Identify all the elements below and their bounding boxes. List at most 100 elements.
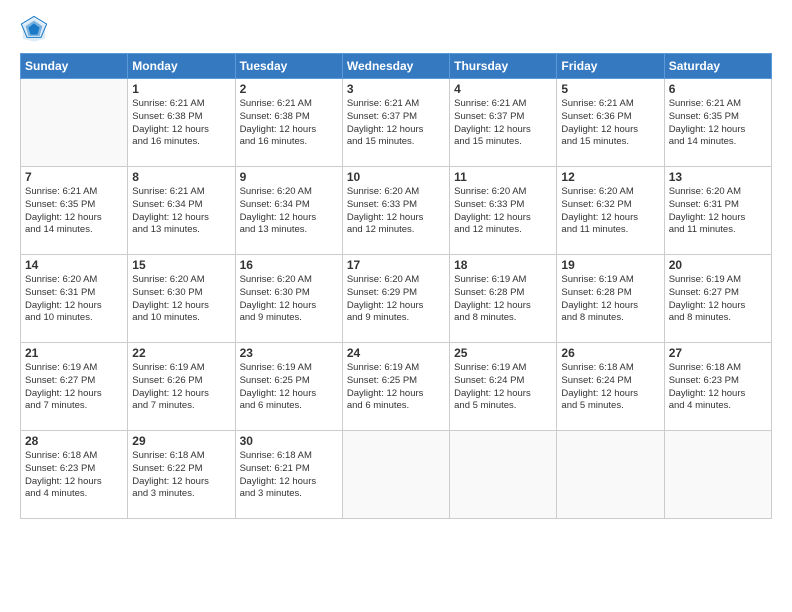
day-cell: 8 Sunrise: 6:21 AM Sunset: 6:34 PM Daylig… (128, 167, 235, 255)
day-cell: 12Sunrise: 6:20 AM Sunset: 6:32 PM Dayli… (557, 167, 664, 255)
day-info: Sunrise: 6:21 AM Sunset: 6:34 PM Dayligh… (132, 186, 230, 237)
day-cell: 19 Sunrise: 6:19 AM Sunset: 6:28 PM Dayli… (557, 255, 664, 343)
day-info: Sunrise: 6:21 AM Sunset: 6:38 PM Dayligh… (240, 98, 338, 149)
week-row-2: 7 Sunrise: 6:21 AM Sunset: 6:35 PM Daylig… (21, 167, 772, 255)
day-number: 23 (240, 346, 338, 360)
day-number: 27 (669, 346, 767, 360)
week-row-1: 1 Sunrise: 6:21 AM Sunset: 6:38 PM Daylig… (21, 79, 772, 167)
day-info: Sunrise: 6:20 AM Sunset: 6:34 PM Dayligh… (240, 186, 338, 237)
day-number: 10 (347, 170, 445, 184)
day-number: 18 (454, 258, 552, 272)
day-info: Sunrise: 6:19 AM Sunset: 6:27 PM Dayligh… (25, 362, 123, 413)
day-number: 15 (132, 258, 230, 272)
day-cell: 23 Sunrise: 6:19 AM Sunset: 6:25 PM Dayli… (235, 343, 342, 431)
day-info: Sunrise: 6:19 AM Sunset: 6:26 PM Dayligh… (132, 362, 230, 413)
day-info: Sunrise: 6:21 AM Sunset: 6:35 PM Dayligh… (669, 98, 767, 149)
week-row-3: 14 Sunrise: 6:20 AM Sunset: 6:31 PM Dayli… (21, 255, 772, 343)
day-cell: 30Sunrise: 6:18 AM Sunset: 6:21 PM Dayli… (235, 431, 342, 519)
day-info: Sunrise: 6:21 AM Sunset: 6:37 PM Dayligh… (347, 98, 445, 149)
day-number: 13 (669, 170, 767, 184)
page: SundayMondayTuesdayWednesdayThursdayFrid… (0, 0, 792, 612)
day-number: 3 (347, 82, 445, 96)
day-info: Sunrise: 6:19 AM Sunset: 6:25 PM Dayligh… (240, 362, 338, 413)
day-number: 26 (561, 346, 659, 360)
weekday-header-sunday: Sunday (21, 54, 128, 79)
day-number: 7 (25, 170, 123, 184)
day-cell: 6 Sunrise: 6:21 AM Sunset: 6:35 PM Daylig… (664, 79, 771, 167)
day-cell: 26 Sunrise: 6:18 AM Sunset: 6:24 PM Dayli… (557, 343, 664, 431)
day-cell: 24Sunrise: 6:19 AM Sunset: 6:25 PM Dayli… (342, 343, 449, 431)
day-cell: 9 Sunrise: 6:20 AM Sunset: 6:34 PM Daylig… (235, 167, 342, 255)
day-number: 25 (454, 346, 552, 360)
day-number: 29 (132, 434, 230, 448)
day-cell: 5Sunrise: 6:21 AM Sunset: 6:36 PM Daylig… (557, 79, 664, 167)
logo-icon (20, 15, 48, 43)
day-number: 8 (132, 170, 230, 184)
day-cell (21, 79, 128, 167)
day-info: Sunrise: 6:19 AM Sunset: 6:24 PM Dayligh… (454, 362, 552, 413)
weekday-header-saturday: Saturday (664, 54, 771, 79)
logo (20, 15, 52, 43)
day-number: 21 (25, 346, 123, 360)
day-number: 6 (669, 82, 767, 96)
day-number: 20 (669, 258, 767, 272)
day-cell: 11 Sunrise: 6:20 AM Sunset: 6:33 PM Dayli… (450, 167, 557, 255)
day-cell: 2 Sunrise: 6:21 AM Sunset: 6:38 PM Daylig… (235, 79, 342, 167)
week-row-4: 21 Sunrise: 6:19 AM Sunset: 6:27 PM Dayli… (21, 343, 772, 431)
day-cell: 16 Sunrise: 6:20 AM Sunset: 6:30 PM Dayli… (235, 255, 342, 343)
day-cell: 28Sunrise: 6:18 AM Sunset: 6:23 PM Dayli… (21, 431, 128, 519)
day-number: 17 (347, 258, 445, 272)
day-cell: 27 Sunrise: 6:18 AM Sunset: 6:23 PM Dayli… (664, 343, 771, 431)
day-cell: 15 Sunrise: 6:20 AM Sunset: 6:30 PM Dayli… (128, 255, 235, 343)
day-number: 11 (454, 170, 552, 184)
day-number: 2 (240, 82, 338, 96)
weekday-header-row: SundayMondayTuesdayWednesdayThursdayFrid… (21, 54, 772, 79)
day-number: 28 (25, 434, 123, 448)
day-number: 9 (240, 170, 338, 184)
day-info: Sunrise: 6:18 AM Sunset: 6:21 PM Dayligh… (240, 450, 338, 501)
day-cell: 3 Sunrise: 6:21 AM Sunset: 6:37 PM Daylig… (342, 79, 449, 167)
day-cell: 4 Sunrise: 6:21 AM Sunset: 6:37 PM Daylig… (450, 79, 557, 167)
day-info: Sunrise: 6:20 AM Sunset: 6:30 PM Dayligh… (132, 274, 230, 325)
day-info: Sunrise: 6:20 AM Sunset: 6:31 PM Dayligh… (25, 274, 123, 325)
day-number: 19 (561, 258, 659, 272)
day-info: Sunrise: 6:19 AM Sunset: 6:28 PM Dayligh… (454, 274, 552, 325)
day-number: 24 (347, 346, 445, 360)
header (20, 15, 772, 43)
day-number: 22 (132, 346, 230, 360)
day-cell: 7 Sunrise: 6:21 AM Sunset: 6:35 PM Daylig… (21, 167, 128, 255)
day-info: Sunrise: 6:19 AM Sunset: 6:27 PM Dayligh… (669, 274, 767, 325)
day-number: 4 (454, 82, 552, 96)
day-cell: 10Sunrise: 6:20 AM Sunset: 6:33 PM Dayli… (342, 167, 449, 255)
day-cell: 18 Sunrise: 6:19 AM Sunset: 6:28 PM Dayli… (450, 255, 557, 343)
weekday-header-tuesday: Tuesday (235, 54, 342, 79)
day-cell: 20 Sunrise: 6:19 AM Sunset: 6:27 PM Dayli… (664, 255, 771, 343)
day-info: Sunrise: 6:18 AM Sunset: 6:24 PM Dayligh… (561, 362, 659, 413)
day-info: Sunrise: 6:21 AM Sunset: 6:37 PM Dayligh… (454, 98, 552, 149)
day-info: Sunrise: 6:18 AM Sunset: 6:22 PM Dayligh… (132, 450, 230, 501)
day-cell: 29 Sunrise: 6:18 AM Sunset: 6:22 PM Dayli… (128, 431, 235, 519)
day-cell (450, 431, 557, 519)
day-cell (664, 431, 771, 519)
day-cell (557, 431, 664, 519)
day-number: 12 (561, 170, 659, 184)
day-info: Sunrise: 6:21 AM Sunset: 6:36 PM Dayligh… (561, 98, 659, 149)
day-cell: 21 Sunrise: 6:19 AM Sunset: 6:27 PM Dayli… (21, 343, 128, 431)
day-info: Sunrise: 6:21 AM Sunset: 6:35 PM Dayligh… (25, 186, 123, 237)
day-cell: 14 Sunrise: 6:20 AM Sunset: 6:31 PM Dayli… (21, 255, 128, 343)
weekday-header-wednesday: Wednesday (342, 54, 449, 79)
day-info: Sunrise: 6:20 AM Sunset: 6:33 PM Dayligh… (454, 186, 552, 237)
day-number: 16 (240, 258, 338, 272)
weekday-header-monday: Monday (128, 54, 235, 79)
day-info: Sunrise: 6:20 AM Sunset: 6:29 PM Dayligh… (347, 274, 445, 325)
day-info: Sunrise: 6:20 AM Sunset: 6:31 PM Dayligh… (669, 186, 767, 237)
day-info: Sunrise: 6:20 AM Sunset: 6:30 PM Dayligh… (240, 274, 338, 325)
day-info: Sunrise: 6:18 AM Sunset: 6:23 PM Dayligh… (669, 362, 767, 413)
day-cell: 17 Sunrise: 6:20 AM Sunset: 6:29 PM Dayli… (342, 255, 449, 343)
day-info: Sunrise: 6:19 AM Sunset: 6:28 PM Dayligh… (561, 274, 659, 325)
day-number: 1 (132, 82, 230, 96)
day-cell: 1 Sunrise: 6:21 AM Sunset: 6:38 PM Daylig… (128, 79, 235, 167)
day-number: 14 (25, 258, 123, 272)
day-info: Sunrise: 6:21 AM Sunset: 6:38 PM Dayligh… (132, 98, 230, 149)
day-cell (342, 431, 449, 519)
